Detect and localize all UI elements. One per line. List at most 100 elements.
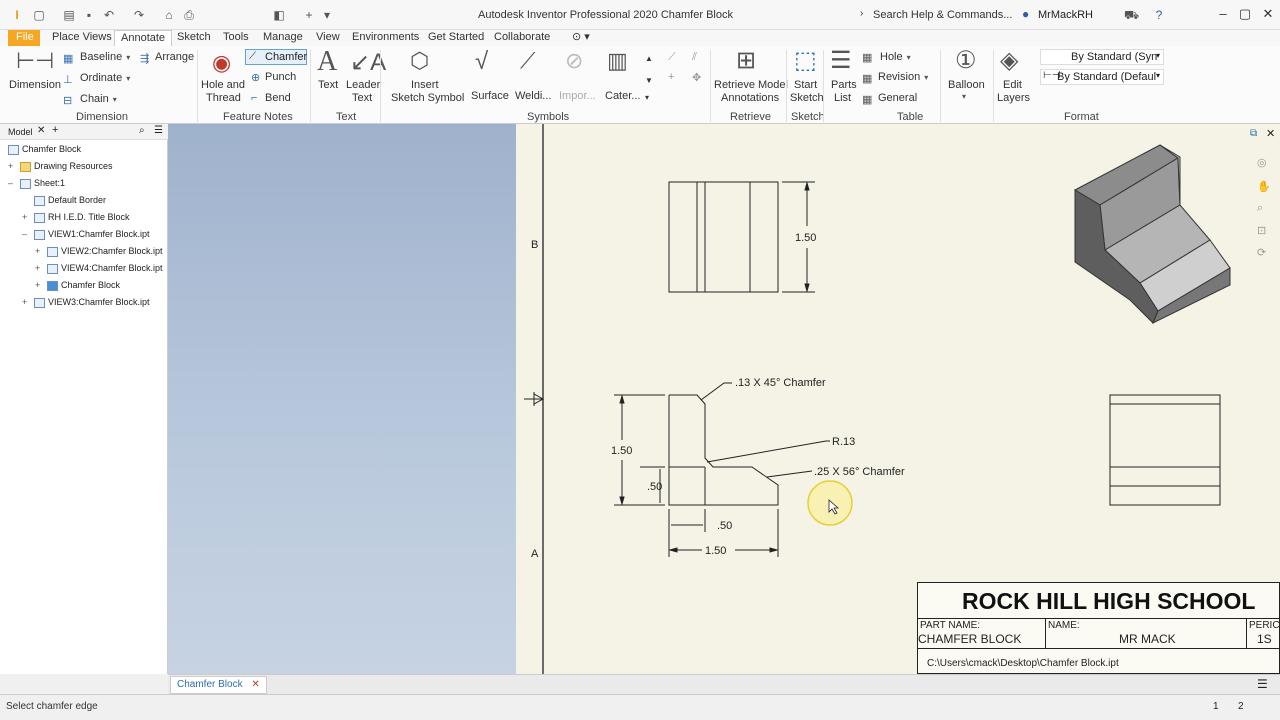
tab-tools[interactable]: Tools bbox=[223, 30, 249, 46]
dim-front-height[interactable]: 1.50 bbox=[611, 445, 632, 457]
open-icon[interactable]: ▤ bbox=[62, 8, 76, 22]
tab-collaborate[interactable]: Collaborate bbox=[494, 30, 550, 46]
chamfer-note-button[interactable]: ⟋ Chamfer bbox=[245, 49, 307, 65]
tab-sketch[interactable]: Sketch bbox=[177, 30, 211, 46]
tree-item-drawing-resources[interactable]: + Drawing Resources bbox=[8, 161, 113, 172]
add-icon[interactable]: + bbox=[302, 8, 316, 22]
maximize-button[interactable]: ▢ bbox=[1237, 6, 1253, 22]
arrange-button[interactable]: Arrange bbox=[155, 51, 194, 63]
search-input[interactable]: › Search Help & Commands... bbox=[858, 6, 1018, 24]
move-icon[interactable]: ✥ bbox=[692, 71, 701, 84]
import-button[interactable]: Impor... bbox=[559, 90, 596, 102]
tab-manage[interactable]: Manage bbox=[263, 30, 303, 46]
tab-view[interactable]: View bbox=[316, 30, 340, 46]
sketch-line-icon[interactable]: ⟋ bbox=[668, 51, 676, 64]
search-icon[interactable]: ⌕ bbox=[139, 125, 145, 136]
text-button[interactable]: Text bbox=[318, 79, 338, 91]
crosshair-icon[interactable]: + bbox=[668, 71, 674, 83]
tree-item-view3[interactable]: + VIEW3:Chamfer Block.ipt bbox=[22, 297, 150, 308]
scroll-up-icon[interactable]: ▲ bbox=[645, 54, 653, 63]
menu-icon[interactable]: ☰ bbox=[154, 125, 163, 136]
home-icon[interactable]: ⌂ bbox=[162, 8, 176, 22]
hole-thread-button-line1[interactable]: Hole and bbox=[201, 79, 245, 91]
retrieve-button-line2[interactable]: Annotations bbox=[721, 92, 779, 104]
chain-button[interactable]: Chain ▾ bbox=[80, 93, 117, 105]
retrieve-button-line1[interactable]: Retrieve Model bbox=[714, 79, 788, 91]
tree-item-view1[interactable]: – VIEW1:Chamfer Block.ipt bbox=[22, 229, 150, 240]
user-name[interactable]: MrMackRH bbox=[1038, 9, 1093, 21]
isometric-view[interactable] bbox=[1073, 144, 1231, 325]
dim-step-width[interactable]: .50 bbox=[717, 520, 732, 532]
expand-icon[interactable]: + bbox=[22, 212, 31, 222]
tree-item-view4[interactable]: + VIEW4:Chamfer Block.ipt bbox=[35, 263, 163, 274]
balloon-button[interactable]: Balloon bbox=[948, 79, 985, 91]
dim-top-height[interactable]: 1.50 bbox=[795, 232, 816, 244]
tab-place-views[interactable]: Place Views bbox=[52, 30, 112, 46]
close-icon[interactable]: ✕ bbox=[37, 125, 45, 136]
dim-front-width[interactable]: 1.50 bbox=[705, 545, 726, 557]
leader-text-button-line2[interactable]: Text bbox=[352, 92, 372, 104]
bend-button[interactable]: Bend bbox=[265, 92, 291, 104]
help-icon[interactable]: ? bbox=[1152, 8, 1166, 22]
punch-button[interactable]: Punch bbox=[265, 71, 296, 83]
surface-button[interactable]: Surface bbox=[471, 90, 509, 102]
new-icon[interactable]: ▢ bbox=[32, 8, 46, 22]
ribbon-options-icon[interactable]: ⊙ ▾ bbox=[572, 30, 590, 46]
tree-item-view2[interactable]: + VIEW2:Chamfer Block.ipt bbox=[35, 246, 163, 257]
title-block[interactable]: ROCK HILL HIGH SCHOOL PART NAME: CHAMFER… bbox=[917, 582, 1280, 674]
expand-gallery-icon[interactable]: ▾ bbox=[645, 93, 649, 102]
hole-table-button[interactable]: Hole ▾ bbox=[880, 51, 911, 63]
expand-icon[interactable]: + bbox=[35, 263, 44, 273]
cart-icon[interactable]: ⛟ bbox=[1124, 8, 1139, 22]
general-table-button[interactable]: General bbox=[878, 92, 917, 104]
parts-list-line1[interactable]: Parts bbox=[831, 79, 857, 91]
expand-icon[interactable]: + bbox=[8, 161, 17, 171]
revision-table-button[interactable]: Revision ▾ bbox=[878, 71, 928, 83]
add-tab-icon[interactable]: + bbox=[52, 124, 58, 136]
parts-list-line2[interactable]: List bbox=[834, 92, 851, 104]
ordinate-button[interactable]: Ordinate ▾ bbox=[80, 72, 130, 84]
dimension-button[interactable]: Dimension bbox=[9, 79, 61, 91]
tree-item-title-block[interactable]: + RH I.E.D. Title Block bbox=[22, 212, 130, 223]
appearance-icon[interactable]: ◧ bbox=[272, 8, 286, 22]
tab-environments[interactable]: Environments bbox=[352, 30, 419, 46]
leader-text-button-line1[interactable]: Leader bbox=[346, 79, 380, 91]
steering-wheel-icon[interactable]: ◎ bbox=[1257, 156, 1267, 169]
close-icon[interactable]: ✕ bbox=[251, 679, 259, 690]
expand-icon[interactable]: + bbox=[35, 280, 44, 290]
tab-get-started[interactable]: Get Started bbox=[428, 30, 484, 46]
tree-item-root[interactable]: Chamfer Block bbox=[8, 144, 81, 155]
collapse-icon[interactable]: – bbox=[22, 229, 31, 239]
tree-item-default-border[interactable]: Default Border bbox=[34, 195, 106, 206]
start-sketch-line2[interactable]: Sketch bbox=[790, 92, 824, 104]
style-dropdown[interactable]: By Standard (Syn ▾ bbox=[1040, 49, 1164, 65]
hatch-icon[interactable]: ⫽ bbox=[692, 51, 697, 64]
document-tab-chamfer-block[interactable]: Chamfer Block ✕ bbox=[170, 676, 267, 694]
save-icon[interactable]: ▪ bbox=[82, 8, 96, 22]
expand-icon[interactable]: + bbox=[22, 297, 31, 307]
undo-icon[interactable]: ↶ bbox=[102, 8, 116, 22]
start-sketch-line1[interactable]: Start bbox=[794, 79, 817, 91]
welding-button[interactable]: Weldi... bbox=[515, 90, 551, 102]
dim-step-height[interactable]: .50 bbox=[647, 481, 662, 493]
menu-icon[interactable]: ☰ bbox=[1257, 677, 1268, 691]
pan-icon[interactable]: ✋ bbox=[1257, 180, 1271, 193]
note-chamfer-45[interactable]: .13 X 45° Chamfer bbox=[735, 377, 826, 389]
note-radius[interactable]: R.13 bbox=[832, 436, 855, 448]
side-view[interactable] bbox=[1109, 394, 1221, 506]
layer-dropdown[interactable]: ⊢⊣ By Standard (Defaul ▾ bbox=[1040, 69, 1164, 85]
maximize-view-icon[interactable]: ⧉ bbox=[1250, 128, 1257, 139]
insert-symbol-line2[interactable]: Sketch Symbol bbox=[391, 92, 464, 104]
insert-symbol-line1[interactable]: Insert bbox=[411, 79, 439, 91]
collapse-icon[interactable]: – bbox=[8, 178, 17, 188]
close-window-button[interactable]: ✕ bbox=[1260, 6, 1276, 22]
baseline-button[interactable]: Baseline ▾ bbox=[80, 51, 130, 63]
customize-icon[interactable]: ▾ bbox=[320, 8, 334, 22]
top-view[interactable] bbox=[668, 181, 815, 293]
redo-icon[interactable]: ↷ bbox=[132, 8, 146, 22]
hole-thread-button-line2[interactable]: Thread bbox=[206, 92, 241, 104]
tab-annotate[interactable]: Annotate bbox=[114, 30, 173, 46]
zoom-window-icon[interactable]: ⊡ bbox=[1257, 224, 1266, 237]
print-icon[interactable]: ⎙ bbox=[182, 8, 196, 22]
scroll-down-icon[interactable]: ▼ bbox=[645, 76, 653, 85]
